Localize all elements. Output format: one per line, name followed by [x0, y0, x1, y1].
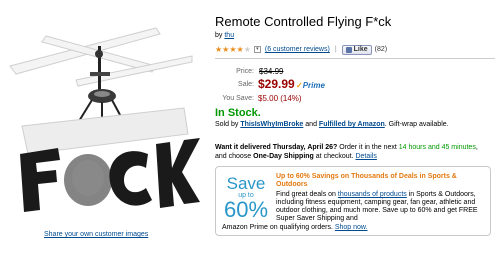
byline: by thu — [215, 32, 234, 39]
share-customer-images-link[interactable]: Share your own customer images — [44, 231, 148, 238]
save-badge[interactable]: Save up to 60% — [221, 171, 271, 231]
promo-body-prefix: Find great deals on — [276, 191, 336, 198]
author-link[interactable]: thu — [224, 32, 234, 39]
fulfilled-by-amazon-link[interactable]: Fulfilled by Amazon — [319, 121, 385, 128]
half-star-icon: ★ — [236, 44, 244, 54]
shop-now-link[interactable]: Shop now. — [335, 224, 368, 231]
by-label: by — [215, 32, 223, 39]
thousands-of-products-link[interactable]: thousands of products — [338, 191, 407, 198]
you-save-label: You Save: — [222, 95, 254, 102]
star-rating[interactable]: ★ ★ ★ ★ ★ — [215, 44, 251, 54]
and-text: and — [305, 121, 317, 128]
badge-save: Save — [226, 174, 266, 193]
prime-badge[interactable]: ✓Prime — [296, 81, 325, 90]
sold-by-prefix: Sold by — [215, 121, 239, 128]
divider-rule — [215, 58, 495, 59]
rating-dropdown-icon[interactable]: ▾ — [253, 46, 261, 53]
star-icon: ★ — [222, 44, 230, 54]
list-price-label: Price: — [236, 68, 254, 75]
gift-wrap-text: . Gift-wrap available. — [384, 121, 449, 128]
seller-link[interactable]: ThisIsWhyImBroke — [240, 121, 303, 128]
promo-box: Save up to 60% Up to 60% Savings on Thou… — [215, 166, 491, 236]
delivery-message: Want it delivered Thursday, April 26? Or… — [215, 143, 490, 161]
rating-row: ★ ★ ★ ★ ★ ▾ (6 customer reviews) | Like … — [215, 44, 387, 55]
delivery-lead: Want it delivered Thursday, April 26? — [215, 144, 338, 151]
prime-label: Prime — [302, 81, 325, 90]
product-title: Remote Controlled Flying F*ck — [215, 14, 392, 29]
star-icon: ★ — [215, 44, 223, 54]
order-text: Order it in the next — [339, 144, 397, 151]
shipping-option: One-Day Shipping — [253, 153, 314, 160]
savings-amount: $5.00 (14%) — [258, 94, 302, 103]
promo-foot-text: Amazon Prime on qualifying orders. — [222, 224, 333, 231]
delivery-details-link[interactable]: Details — [355, 153, 376, 160]
like-label: Like — [353, 46, 368, 53]
sale-price: $29.99 — [258, 77, 295, 91]
promo-headline[interactable]: Up to 60% Savings on Thousands of Deals … — [276, 173, 488, 189]
sale-price-label: Sale: — [238, 81, 254, 88]
empty-star-icon: ★ — [243, 44, 251, 54]
like-button[interactable]: Like — [341, 44, 372, 55]
customer-reviews-link[interactable]: (6 customer reviews) — [265, 46, 330, 53]
product-image[interactable] — [6, 22, 202, 228]
checkout-text: at checkout. — [315, 153, 354, 160]
helicopter-illustration — [9, 27, 200, 212]
prime-check-icon: ✓ — [296, 81, 303, 90]
divider: | — [334, 46, 337, 53]
like-count: (82) — [374, 46, 388, 53]
star-icon: ★ — [229, 44, 237, 54]
promo-body: Find great deals on thousands of product… — [276, 191, 488, 223]
list-price: $34.99 — [259, 67, 284, 76]
thumbs-up-icon — [345, 46, 352, 53]
countdown-time: 14 hours and 45 minutes — [398, 144, 476, 151]
badge-percent: 60% — [223, 197, 269, 222]
stock-status: In Stock. — [215, 107, 261, 119]
sold-by-text: Sold by ThisIsWhyImBroke and Fulfilled b… — [215, 120, 485, 129]
promo-footer: Amazon Prime on qualifying orders. Shop … — [222, 224, 490, 232]
